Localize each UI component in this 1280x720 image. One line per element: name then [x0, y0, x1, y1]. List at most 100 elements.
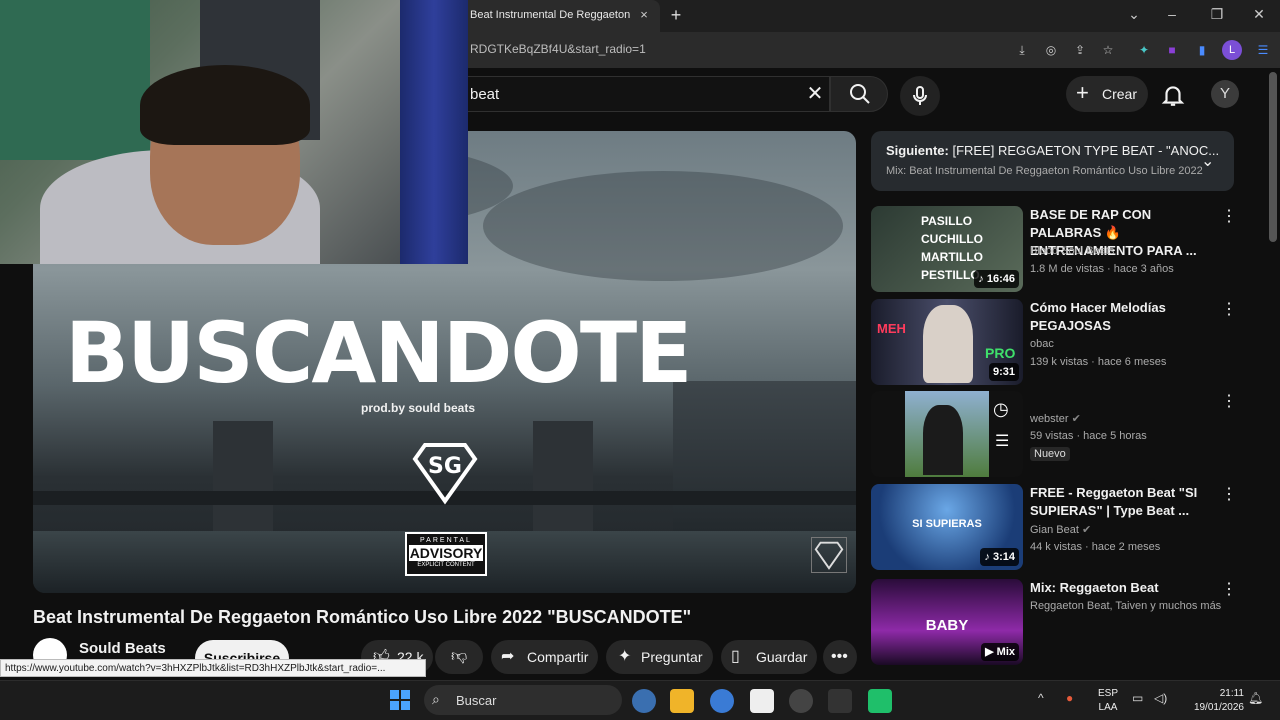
notification-bell-icon[interactable]: 🔔︎	[1248, 691, 1263, 705]
more-horizontal-icon: •••	[831, 648, 848, 665]
create-button[interactable]: + Crear	[1066, 76, 1148, 112]
new-badge: Nuevo	[1030, 447, 1070, 461]
more-vertical-icon[interactable]: ⋮	[1221, 581, 1237, 599]
settings-gear-icon[interactable]	[632, 689, 656, 713]
duration-badge: 9:31	[988, 363, 1019, 381]
more-actions-button[interactable]: •••	[823, 640, 857, 674]
capcut-icon[interactable]	[750, 689, 774, 713]
recommendation-channel[interactable]: Gian Beat ✔	[1030, 523, 1091, 536]
close-window-icon[interactable]: ✕	[1249, 4, 1269, 24]
dislike-button[interactable]: 👎︎	[435, 640, 483, 674]
search-icon	[850, 84, 870, 104]
windows-start-icon[interactable]	[390, 690, 410, 710]
recommendation-item[interactable]: ◷ ☰ webster ✔ 59 vistas · hace 5 horas N…	[871, 391, 1246, 477]
video-thumbnail[interactable]: ◷ ☰	[871, 391, 1023, 477]
bridge-tower	[213, 421, 273, 531]
up-next-label: Siguiente:	[886, 143, 949, 158]
share-arrow-icon: ➦	[501, 648, 515, 665]
profile-avatar[interactable]: L	[1222, 40, 1242, 60]
browser-tab[interactable]: Beat Instrumental De Reggaeton ×	[460, 0, 660, 32]
menu-icon[interactable]: ☰	[1254, 41, 1272, 59]
advisory-line3: EXPLICIT CONTENT	[417, 562, 475, 568]
more-vertical-icon[interactable]: ⋮	[1221, 301, 1237, 319]
keyboard-language[interactable]: ESP LAA	[1098, 687, 1118, 715]
video-overlay-title: BUSCANDOTE	[65, 304, 693, 402]
ask-label: Preguntar	[641, 649, 703, 665]
video-thumbnail[interactable]: SI SUPIERAS ♪ 3:14	[871, 484, 1023, 570]
recommendation-item[interactable]: MEH PRO 9:31 Cómo Hacer Melodías PEGAJOS…	[871, 299, 1246, 385]
up-next-title: [FREE] REGGAETON TYPE BEAT - "ANOC...	[952, 143, 1220, 158]
url-text[interactable]: RDGTKeBqZBf4U&start_radio=1	[470, 42, 646, 56]
up-next-panel[interactable]: Siguiente: [FREE] REGGAETON TYPE BEAT - …	[871, 131, 1234, 191]
chrome-browser-icon[interactable]	[710, 689, 734, 713]
ask-button[interactable]: ✦ Preguntar	[606, 640, 713, 674]
channel-name[interactable]: Sould Beats	[79, 640, 166, 657]
watch-later-icon[interactable]: ◷	[993, 399, 1009, 420]
chevron-down-icon[interactable]: ⌄	[1201, 151, 1214, 171]
voice-search-button[interactable]	[900, 76, 940, 116]
video-thumbnail[interactable]: MEH PRO 9:31	[871, 299, 1023, 385]
verified-icon: ✔	[1071, 413, 1081, 425]
lang-line-2: LAA	[1098, 702, 1118, 713]
page-scrollbar[interactable]	[1269, 72, 1277, 242]
video-thumbnail[interactable]: BABY ▶ Mix	[871, 579, 1023, 665]
channel-watermark-icon[interactable]	[811, 537, 847, 573]
search-query: beat	[470, 86, 500, 103]
lang-line-1: ESP	[1098, 688, 1119, 699]
recommendation-item[interactable]: PASILLO CUCHILLO MARTILLO PESTILLO ♪ 16:…	[871, 206, 1246, 292]
duration-text: 3:14	[992, 551, 1015, 563]
extension-icon[interactable]: ✦	[1135, 41, 1153, 59]
search-icon: ⌕	[432, 691, 440, 707]
thumb-word: MARTILLO	[921, 250, 983, 264]
cloud	[483, 171, 843, 281]
search-button[interactable]	[830, 76, 888, 112]
recommendation-item[interactable]: BABY ▶ Mix Mix: Reggaeton Beat Reggaeton…	[871, 579, 1246, 665]
extension-purple-icon[interactable]: ■	[1163, 41, 1181, 59]
notifications-bell-icon[interactable]	[1160, 82, 1186, 108]
microphone-tray-icon[interactable]: ●	[1066, 691, 1073, 705]
taskbar-search-label: Buscar	[456, 693, 497, 708]
thumb-text-left: MEH	[877, 321, 906, 336]
share-button[interactable]: ➦ Compartir	[491, 640, 598, 674]
more-vertical-icon[interactable]: ⋮	[1221, 208, 1237, 226]
network-icon[interactable]: ▭	[1132, 691, 1143, 705]
user-avatar[interactable]: Y	[1211, 80, 1239, 108]
taskbar-clock[interactable]: 21:11 19/01/2026	[1180, 687, 1244, 715]
recommendation-channel[interactable]: webster ✔	[1030, 412, 1081, 425]
recommendation-channel[interactable]: obac	[1030, 338, 1054, 350]
new-tab-button[interactable]: +	[666, 5, 686, 25]
thumb-person	[923, 405, 963, 475]
share-icon[interactable]: ⇪	[1071, 41, 1089, 59]
recommendation-channel[interactable]: Blood Soul Beats	[1030, 245, 1114, 257]
volume-icon[interactable]: ◁)	[1154, 691, 1167, 705]
bookmark-icon[interactable]: ☆	[1099, 41, 1117, 59]
more-vertical-icon[interactable]: ⋮	[1221, 393, 1237, 411]
install-icon[interactable]: ⤓	[1013, 41, 1031, 59]
recommendation-title[interactable]: Cómo Hacer Melodías PEGAJOSAS	[1030, 299, 1210, 335]
tab-search-chevron-icon[interactable]: ⌄	[1124, 4, 1144, 24]
video-thumbnail[interactable]: PASILLO CUCHILLO MARTILLO PESTILLO ♪ 16:…	[871, 206, 1023, 292]
recommendation-title[interactable]: FREE - Reggaeton Beat "SI SUPIERAS" | Ty…	[1030, 484, 1210, 520]
youtube-search-input[interactable]: beat ✕	[468, 76, 830, 112]
tab-close-icon[interactable]: ×	[636, 7, 652, 23]
eye-off-icon[interactable]: ◎	[1042, 41, 1060, 59]
thumb-text-right: PRO	[985, 345, 1016, 361]
taskbar-search[interactable]: ⌕ Buscar	[424, 685, 622, 715]
file-explorer-icon[interactable]	[670, 689, 694, 713]
sidebar-panel-icon[interactable]: ▮	[1193, 41, 1211, 59]
maximize-icon[interactable]: ❐	[1207, 4, 1227, 24]
clear-search-icon[interactable]: ✕	[804, 83, 826, 105]
save-button[interactable]: ▯ Guardar	[721, 640, 817, 674]
tray-chevron-up-icon[interactable]: ^	[1038, 691, 1044, 705]
add-to-queue-icon[interactable]: ☰	[995, 431, 1009, 451]
recommendation-item[interactable]: SI SUPIERAS ♪ 3:14 FREE - Reggaeton Beat…	[871, 484, 1246, 570]
obs-icon[interactable]	[789, 689, 813, 713]
bridge-tower	[533, 421, 593, 531]
recommendation-channel: Reggaeton Beat, Taiven y muchos más	[1030, 600, 1222, 612]
minimize-icon[interactable]: –	[1162, 4, 1182, 24]
app-green-icon[interactable]	[868, 689, 892, 713]
terminal-icon[interactable]	[828, 689, 852, 713]
recommendation-title[interactable]: Mix: Reggaeton Beat	[1030, 579, 1210, 597]
more-vertical-icon[interactable]: ⋮	[1221, 486, 1237, 504]
bookmark-save-icon: ▯	[731, 648, 740, 665]
